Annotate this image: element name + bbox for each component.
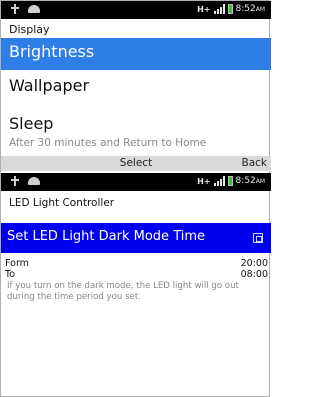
softkey-bar: Select Back: [1, 156, 271, 171]
battery-icon: [227, 4, 233, 14]
battery-icon: [227, 176, 233, 186]
usb-icon: [11, 4, 19, 14]
network-type-label: H+: [197, 4, 211, 14]
status-bar-bottom: H+ 8:52AM: [1, 173, 271, 191]
dark-mode-checkbox[interactable]: [253, 233, 263, 243]
menu-item-label: Wallpaper: [9, 76, 90, 95]
signal-icon: [213, 4, 225, 14]
to-time-value: 08:00: [240, 269, 268, 280]
menu-item-wallpaper[interactable]: Wallpaper: [1, 76, 271, 102]
status-clock: 8:52AM: [235, 4, 266, 14]
to-label: To: [5, 269, 16, 280]
status-bar-top: H+ 8:52AM: [1, 1, 271, 19]
usb-icon: [11, 176, 19, 186]
dark-mode-note: If you turn on the dark mode, the LED li…: [7, 281, 239, 302]
screenshot-frame: H+ 8:52AM Display Brightness Wallpaper S…: [0, 0, 271, 397]
page-title-display: Display: [9, 23, 50, 36]
sleep-detail-text: After 30 minutes and Return to Home: [9, 137, 207, 149]
network-type-label: H+: [197, 176, 211, 186]
menu-item-sleep[interactable]: Sleep: [1, 114, 271, 156]
select-softkey[interactable]: Select: [1, 157, 271, 169]
back-softkey[interactable]: Back: [242, 157, 268, 169]
menu-item-label: Sleep: [9, 114, 54, 133]
from-time-value: 20:00: [240, 258, 268, 269]
menu-item-brightness[interactable]: Brightness: [1, 38, 271, 70]
dark-mode-option-label: Set LED Light Dark Mode Time: [7, 229, 206, 244]
status-clock: 8:52AM: [235, 176, 266, 186]
android-icon: [28, 177, 40, 185]
page-title-led-controller: LED Light Controller: [9, 197, 115, 209]
signal-icon: [213, 176, 225, 186]
menu-item-label: Brightness: [9, 42, 95, 61]
dark-mode-time-option[interactable]: Set LED Light Dark Mode Time: [1, 223, 271, 253]
from-label: Form: [5, 258, 29, 269]
android-icon: [28, 5, 40, 13]
